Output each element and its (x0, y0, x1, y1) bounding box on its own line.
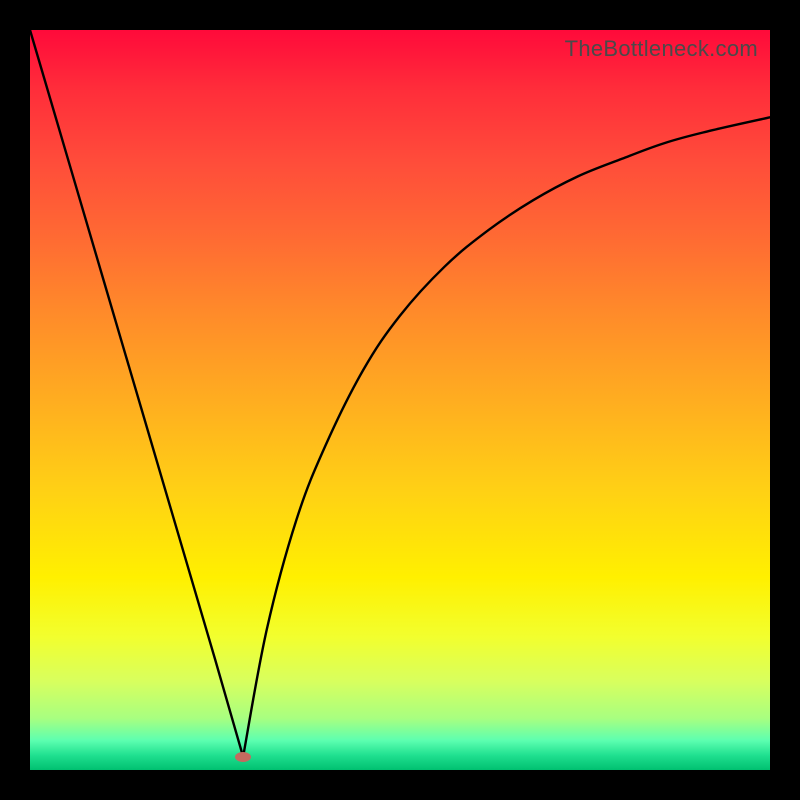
minimum-marker (235, 752, 251, 762)
bottleneck-curve (30, 30, 770, 770)
curve-left-branch (30, 30, 243, 757)
curve-right-branch (243, 117, 770, 756)
plot-area: TheBottleneck.com (30, 30, 770, 770)
chart-frame: TheBottleneck.com (0, 0, 800, 800)
